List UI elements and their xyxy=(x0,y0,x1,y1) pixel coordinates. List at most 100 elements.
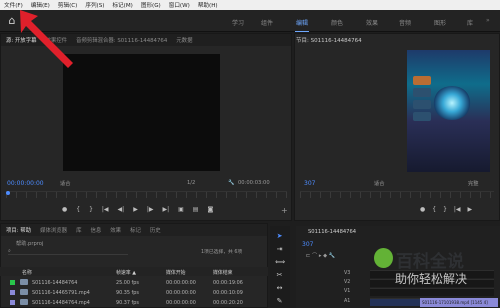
tab-project[interactable]: 项目: 帮助 xyxy=(6,226,31,234)
workspace-more-icon[interactable]: » xyxy=(486,17,490,24)
label-color xyxy=(10,290,15,295)
col-name[interactable]: 名称 xyxy=(22,269,32,276)
menu-window[interactable]: 窗口(W) xyxy=(169,1,190,9)
source-fit-select[interactable]: 适合 xyxy=(60,180,70,187)
ripple-edit-tool-icon[interactable]: ⟺ xyxy=(275,258,285,267)
tab-effects[interactable]: 效果 xyxy=(110,226,121,234)
video-ui-element xyxy=(413,100,431,109)
razor-tool-icon[interactable]: ✂ xyxy=(275,271,284,280)
label-color xyxy=(10,300,15,305)
add-marker-icon[interactable]: ● xyxy=(62,206,67,213)
watermark: 百科全说 助你轻松解决 xyxy=(374,248,494,292)
project-file-name: 帮助.prproj xyxy=(16,241,44,247)
program-fit-select[interactable]: 适合 xyxy=(374,180,384,187)
track-label-v2[interactable]: V2 xyxy=(344,280,350,285)
watermark-subtitle: 助你轻松解决 xyxy=(395,272,468,286)
source-ruler[interactable] xyxy=(6,191,287,198)
video-orb xyxy=(433,86,471,120)
program-timecode[interactable]: 307 xyxy=(304,180,315,187)
project-header: 名称 帧速率 ▲ 媒体开始 媒体结束 xyxy=(0,267,268,276)
wrench-icon[interactable]: 🔧 xyxy=(228,180,234,186)
track-label-v1[interactable]: V1 xyxy=(344,289,350,294)
source-preview xyxy=(63,54,220,171)
source-playhead[interactable] xyxy=(6,191,10,195)
step-back-icon[interactable]: ◀| xyxy=(118,206,125,213)
track-select-tool-icon[interactable]: ⇥ xyxy=(275,245,284,254)
workspace-assemble[interactable]: 组件 xyxy=(261,18,273,27)
watermark-title: 百科全说 xyxy=(396,252,464,271)
program-ruler[interactable] xyxy=(300,191,494,198)
label-color xyxy=(10,280,15,285)
sequence-icon xyxy=(20,279,28,285)
menu-sequence[interactable]: 序列(S) xyxy=(85,1,104,9)
slip-tool-icon[interactable]: ↔ xyxy=(275,284,284,293)
tab-markers[interactable]: 标记 xyxy=(130,226,141,234)
col-fps[interactable]: 帧速率 ▲ xyxy=(116,269,136,276)
table-row[interactable]: S01116-14465791.mp4 90.35 fps 00:00:00:0… xyxy=(0,288,268,297)
program-preview xyxy=(407,50,490,172)
step-forward-icon[interactable]: |▶ xyxy=(147,206,154,213)
tab-media-browser[interactable]: 媒体浏览器 xyxy=(40,226,67,234)
video-clip-icon xyxy=(20,289,28,295)
watermark-logo-icon xyxy=(374,248,393,268)
selection-count: 1项已选择，共 6项 xyxy=(201,250,243,255)
mark-out-icon[interactable]: } xyxy=(89,206,93,213)
selection-tool-icon[interactable]: ➤ xyxy=(275,232,284,241)
snap-icon[interactable]: ⊏ ⌒ ▸ ◆ 🔧 xyxy=(306,252,335,259)
video-clip-icon xyxy=(20,299,28,305)
source-duration: 00:00:03:00 xyxy=(238,180,270,186)
program-scale-select[interactable]: 完整 xyxy=(468,180,478,187)
timeline-tab[interactable]: S01116-14484764 xyxy=(308,229,356,235)
source-add-button-icon[interactable]: + xyxy=(281,206,288,215)
tab-metadata[interactable]: 元数据 xyxy=(176,36,192,44)
program-marker-icon[interactable]: ● xyxy=(420,206,425,213)
workspace-edit[interactable]: 编辑 xyxy=(294,18,310,32)
play-icon[interactable]: ▶ xyxy=(133,206,138,213)
tools-panel: ➤ ⇥ ⟺ ✂ ↔ ✎ xyxy=(270,226,290,308)
project-tabs: 项目: 帮助 媒体浏览器 库 信息 效果 标记 历史 xyxy=(1,224,267,236)
workspace-learn[interactable]: 学习 xyxy=(232,18,244,27)
source-scale-select[interactable]: 1/2 xyxy=(187,180,195,186)
program-controls: ● { } |◀ ▶ xyxy=(420,206,472,213)
project-search-input[interactable]: ⌕ xyxy=(8,248,128,255)
tab-history[interactable]: 历史 xyxy=(150,226,161,234)
timeline-timecode[interactable]: 307 xyxy=(302,241,313,248)
video-ui-element xyxy=(413,112,431,121)
source-controls: ● { } |◀ ◀| ▶ |▶ ▶| ▣ ▤ ◙ xyxy=(62,206,213,213)
timeline-clip[interactable]: S01116-17101938.mp4 [1145 4] xyxy=(420,298,498,307)
pen-tool-icon[interactable]: ✎ xyxy=(275,297,284,306)
col-end[interactable]: 媒体结束 xyxy=(213,269,233,276)
video-ui-element xyxy=(413,76,431,85)
menu-help[interactable]: 帮助(H) xyxy=(198,1,218,9)
track-label-v3[interactable]: V3 xyxy=(344,271,350,276)
tab-audio-mixer[interactable]: 音频剪辑混合器: S01116-14484764 xyxy=(76,36,167,44)
program-play-icon[interactable]: ▶ xyxy=(468,206,473,213)
go-to-in-icon[interactable]: |◀ xyxy=(102,206,109,213)
home-icon[interactable]: ⌂ xyxy=(5,14,19,28)
tab-library[interactable]: 库 xyxy=(76,226,81,234)
workspace-library[interactable]: 库 xyxy=(467,18,473,27)
mark-in-icon[interactable]: { xyxy=(76,206,80,213)
menu-marker[interactable]: 标记(M) xyxy=(112,1,132,9)
workspace-effects[interactable]: 效果 xyxy=(366,18,378,27)
workspace-graphics[interactable]: 图形 xyxy=(434,18,446,27)
program-mark-out-icon[interactable]: } xyxy=(443,206,447,213)
program-mark-in-icon[interactable]: { xyxy=(432,206,436,213)
program-title[interactable]: 节目: S01116-14484764 xyxy=(296,36,362,44)
table-row[interactable]: S01116-14484764.mp4 90.37 fps 00:00:00:0… xyxy=(0,298,268,307)
workspace-color[interactable]: 颜色 xyxy=(331,18,343,27)
program-go-in-icon[interactable]: |◀ xyxy=(454,206,461,213)
menu-graphics[interactable]: 图形(G) xyxy=(141,1,161,9)
source-timecode[interactable]: 00:00:00:00 xyxy=(7,180,44,187)
col-start[interactable]: 媒体开始 xyxy=(166,269,186,276)
tab-info[interactable]: 信息 xyxy=(90,226,101,234)
table-row[interactable]: S01116-14484764 25.00 fps 00:00:00:00 00… xyxy=(0,278,268,287)
video-ui-element xyxy=(413,88,431,97)
annotation-arrow-icon xyxy=(20,10,73,68)
track-label-a1[interactable]: A1 xyxy=(344,299,350,304)
insert-icon[interactable]: ▣ xyxy=(178,206,184,213)
go-to-out-icon[interactable]: ▶| xyxy=(162,206,169,213)
overwrite-icon[interactable]: ▤ xyxy=(193,206,199,213)
workspace-audio[interactable]: 音频 xyxy=(399,18,411,27)
camera-icon[interactable]: ◙ xyxy=(207,206,213,213)
